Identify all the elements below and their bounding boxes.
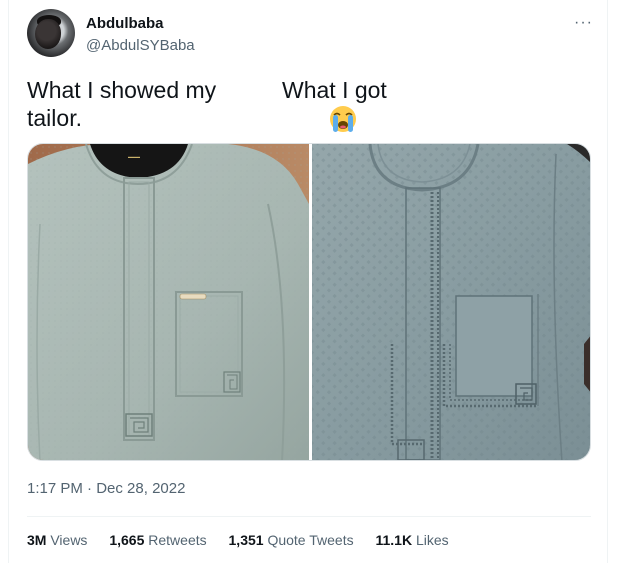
kaftan-photo-right[interactable] [312, 144, 591, 461]
tweet-text-right: What I got [282, 77, 387, 103]
timestamp-separator: · [87, 480, 93, 497]
tweet-card: Abdulbaba @AbdulSYBaba ··· What I showed… [8, 0, 608, 563]
tweet-timestamp[interactable]: 1:17 PM · Dec 28, 2022 [27, 480, 185, 497]
retweets-label: Retweets [148, 532, 207, 548]
views-label: Views [50, 532, 88, 548]
likes-label: Likes [415, 532, 449, 548]
loudly-crying-face-icon [330, 106, 356, 132]
avatar-face [35, 19, 61, 49]
divider [27, 516, 591, 517]
kaftan-photo-left[interactable]: ▬▬▬ [28, 144, 309, 461]
views-stat[interactable]: 3M Views [27, 532, 87, 548]
tweet-media[interactable]: ▬▬▬ [27, 143, 591, 461]
likes-stat[interactable]: 11.1K Likes [375, 532, 448, 548]
retweets-count: 1,665 [109, 532, 145, 548]
tweet-stats: 3M Views 1,665 Retweets 1,351 Quote Twee… [27, 532, 467, 548]
views-count: 3M [27, 532, 47, 548]
author-handle[interactable]: @AbdulSYBaba [86, 37, 195, 54]
retweets-stat[interactable]: 1,665 Retweets [109, 532, 206, 548]
tweet-time[interactable]: 1:17 PM [27, 480, 83, 497]
tweet-text-left: What I showed my tailor. [27, 77, 217, 131]
likes-count: 11.1K [375, 532, 413, 548]
quote-tweets-count: 1,351 [228, 532, 264, 548]
quote-tweets-stat[interactable]: 1,351 Quote Tweets [229, 532, 354, 548]
tweet-date[interactable]: Dec 28, 2022 [96, 480, 185, 497]
more-options-icon[interactable]: ··· [574, 14, 593, 32]
quote-tweets-label: Quote Tweets [267, 532, 354, 548]
svg-text:▬▬▬: ▬▬▬ [128, 154, 140, 159]
avatar[interactable] [27, 9, 75, 57]
author-name[interactable]: Abdulbaba [86, 15, 164, 32]
